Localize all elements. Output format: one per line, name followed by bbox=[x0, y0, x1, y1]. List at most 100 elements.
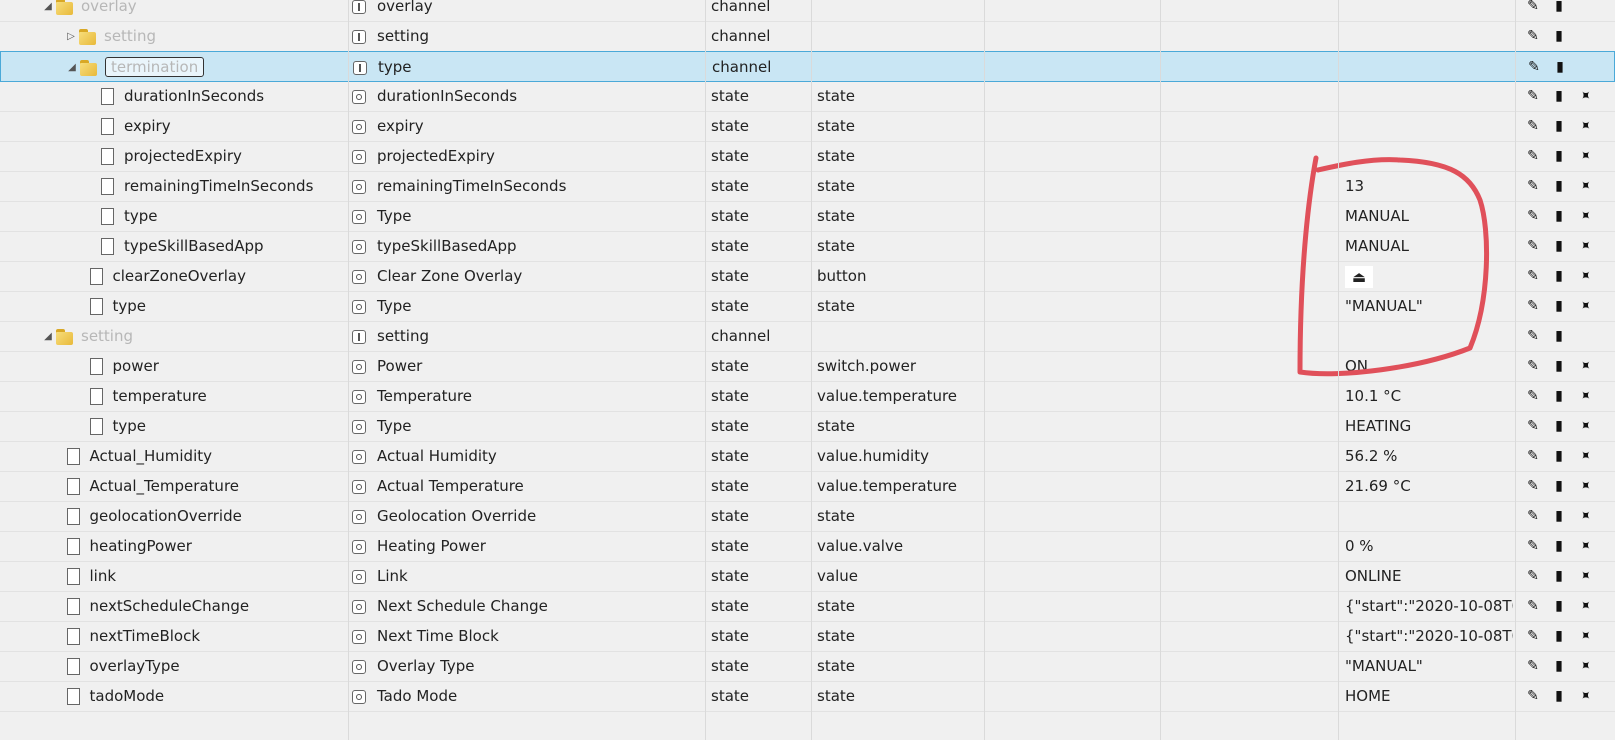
pencil-icon[interactable]: ✎ bbox=[1521, 476, 1545, 496]
table-row[interactable]: geolocationOverride Geolocation Override s… bbox=[0, 501, 1615, 532]
trash-icon[interactable]: ▮ bbox=[1547, 596, 1571, 616]
object-value[interactable]: MANUAL bbox=[1345, 201, 1513, 231]
wrench-icon[interactable]: ✦ bbox=[1569, 291, 1600, 321]
wrench-icon[interactable]: ✦ bbox=[1569, 81, 1600, 111]
table-row[interactable]: remainingTimeInSeconds remainingTimeInSec… bbox=[0, 171, 1615, 202]
trash-icon[interactable]: ▮ bbox=[1547, 176, 1571, 196]
object-value[interactable] bbox=[1346, 52, 1514, 82]
object-value[interactable]: ONLINE bbox=[1345, 561, 1513, 591]
pencil-icon[interactable]: ✎ bbox=[1521, 266, 1545, 286]
pencil-icon[interactable]: ✎ bbox=[1521, 326, 1545, 346]
wrench-icon[interactable]: ✦ bbox=[1569, 351, 1600, 381]
trash-icon[interactable]: ▮ bbox=[1547, 26, 1571, 46]
pencil-icon[interactable]: ✎ bbox=[1522, 57, 1546, 77]
object-value[interactable]: "MANUAL" bbox=[1345, 291, 1513, 321]
trash-icon[interactable]: ▮ bbox=[1547, 656, 1571, 676]
pencil-icon[interactable]: ✎ bbox=[1521, 626, 1545, 646]
trash-icon[interactable]: ▮ bbox=[1547, 626, 1571, 646]
object-value[interactable]: 13 bbox=[1345, 171, 1513, 201]
object-value[interactable]: ON bbox=[1345, 351, 1513, 381]
trash-icon[interactable]: ▮ bbox=[1547, 116, 1571, 136]
table-row[interactable]: type Type state state "MANUAL" ✎ ▮ ✦ bbox=[0, 291, 1615, 322]
wrench-icon[interactable]: ✦ bbox=[1569, 621, 1600, 651]
table-row[interactable]: clearZoneOverlay Clear Zone Overlay state b… bbox=[0, 261, 1615, 292]
wrench-icon[interactable]: ✦ bbox=[1569, 441, 1600, 471]
wrench-icon[interactable]: ✦ bbox=[1569, 681, 1600, 711]
trash-icon[interactable]: ▮ bbox=[1547, 326, 1571, 346]
table-row[interactable]: projectedExpiry projectedExpiry state state… bbox=[0, 141, 1615, 172]
object-value[interactable]: ⏏ bbox=[1345, 261, 1513, 291]
trash-icon[interactable]: ▮ bbox=[1547, 476, 1571, 496]
pencil-icon[interactable]: ✎ bbox=[1521, 26, 1545, 46]
table-row[interactable]: expiry expiry state state ✎ ▮ ✦ bbox=[0, 111, 1615, 142]
pencil-icon[interactable]: ✎ bbox=[1521, 536, 1545, 556]
wrench-icon[interactable]: ✦ bbox=[1569, 381, 1600, 411]
table-row[interactable]: typeSkillBasedApp typeSkillBasedApp state s… bbox=[0, 231, 1615, 262]
object-value[interactable] bbox=[1345, 321, 1513, 351]
pencil-icon[interactable]: ✎ bbox=[1521, 176, 1545, 196]
pencil-icon[interactable]: ✎ bbox=[1521, 0, 1545, 16]
trash-icon[interactable]: ▮ bbox=[1547, 206, 1571, 226]
table-row[interactable]: link Link state value ONLINE ✎ ▮ ✦ bbox=[0, 561, 1615, 592]
pencil-icon[interactable]: ✎ bbox=[1521, 446, 1545, 466]
wrench-icon[interactable]: ✦ bbox=[1569, 501, 1600, 531]
table-row[interactable]: temperature Temperature state value.tempera… bbox=[0, 381, 1615, 412]
trash-icon[interactable]: ▮ bbox=[1547, 386, 1571, 406]
trash-icon[interactable]: ▮ bbox=[1547, 296, 1571, 316]
trash-icon[interactable]: ▮ bbox=[1547, 236, 1571, 256]
table-row[interactable]: Actual_Temperature Actual Temperature stat… bbox=[0, 471, 1615, 502]
pencil-icon[interactable]: ✎ bbox=[1521, 596, 1545, 616]
object-value[interactable]: {"start":"2020-10-08T02 bbox=[1345, 621, 1513, 651]
pencil-icon[interactable]: ✎ bbox=[1521, 506, 1545, 526]
table-row[interactable]: Actual_Humidity Actual Humidity state value… bbox=[0, 441, 1615, 472]
object-value[interactable]: {"start":"2020-10-08T02 bbox=[1345, 591, 1513, 621]
pencil-icon[interactable]: ✎ bbox=[1521, 386, 1545, 406]
object-value[interactable] bbox=[1345, 141, 1513, 171]
object-value[interactable]: 21.69 °C bbox=[1345, 471, 1513, 501]
trash-icon[interactable]: ▮ bbox=[1547, 356, 1571, 376]
object-id-label[interactable]: termination bbox=[105, 57, 205, 77]
trash-icon[interactable]: ▮ bbox=[1547, 686, 1571, 706]
table-row[interactable]: type Type state state MANUAL ✎ ▮ ✦ bbox=[0, 201, 1615, 232]
object-value[interactable]: "MANUAL" bbox=[1345, 651, 1513, 681]
table-row[interactable]: nextTimeBlock Next Time Block state state {"… bbox=[0, 621, 1615, 652]
table-row[interactable]: nextScheduleChange Next Schedule Change st… bbox=[0, 591, 1615, 622]
wrench-icon[interactable]: ✦ bbox=[1569, 651, 1600, 681]
table-row[interactable]: ▷ setting setting channel ✎ ▮ bbox=[0, 21, 1615, 52]
collapse-triangle-icon[interactable]: ◢ bbox=[41, 322, 55, 352]
pencil-icon[interactable]: ✎ bbox=[1521, 356, 1545, 376]
object-value[interactable]: MANUAL bbox=[1345, 231, 1513, 261]
pencil-icon[interactable]: ✎ bbox=[1521, 146, 1545, 166]
wrench-icon[interactable]: ✦ bbox=[1569, 531, 1600, 561]
trash-icon[interactable]: ▮ bbox=[1547, 506, 1571, 526]
table-row[interactable]: ◢ termination type channel ✎ ▮ bbox=[0, 51, 1615, 82]
pencil-icon[interactable]: ✎ bbox=[1521, 86, 1545, 106]
wrench-icon[interactable]: ✦ bbox=[1569, 111, 1600, 141]
trash-icon[interactable]: ▮ bbox=[1547, 416, 1571, 436]
object-value[interactable] bbox=[1345, 0, 1513, 21]
pencil-icon[interactable]: ✎ bbox=[1521, 686, 1545, 706]
wrench-icon[interactable]: ✦ bbox=[1569, 471, 1600, 501]
pencil-icon[interactable]: ✎ bbox=[1521, 656, 1545, 676]
bell-icon[interactable]: ⏏ bbox=[1345, 265, 1373, 288]
object-value[interactable] bbox=[1345, 111, 1513, 141]
trash-icon[interactable]: ▮ bbox=[1547, 86, 1571, 106]
table-row[interactable]: tadoMode Tado Mode state state HOME ✎ ▮ ✦ bbox=[0, 681, 1615, 712]
object-value[interactable] bbox=[1345, 501, 1513, 531]
table-row[interactable]: heatingPower Heating Power state value.valv… bbox=[0, 531, 1615, 562]
expand-triangle-icon[interactable]: ▷ bbox=[64, 22, 78, 52]
table-row[interactable]: durationInSeconds durationInSeconds state s… bbox=[0, 81, 1615, 112]
wrench-icon[interactable]: ✦ bbox=[1569, 561, 1600, 591]
object-value[interactable] bbox=[1345, 21, 1513, 51]
trash-icon[interactable]: ▮ bbox=[1548, 57, 1572, 77]
table-row[interactable]: ◢ overlay overlay channel ✎ ▮ bbox=[0, 0, 1615, 22]
trash-icon[interactable]: ▮ bbox=[1547, 266, 1571, 286]
pencil-icon[interactable]: ✎ bbox=[1521, 116, 1545, 136]
trash-icon[interactable]: ▮ bbox=[1547, 0, 1571, 16]
wrench-icon[interactable]: ✦ bbox=[1569, 591, 1600, 621]
wrench-icon[interactable]: ✦ bbox=[1569, 171, 1600, 201]
object-value[interactable]: HEATING bbox=[1345, 411, 1513, 441]
pencil-icon[interactable]: ✎ bbox=[1521, 236, 1545, 256]
table-row[interactable]: ◢ setting setting channel ✎ ▮ bbox=[0, 321, 1615, 352]
trash-icon[interactable]: ▮ bbox=[1547, 446, 1571, 466]
